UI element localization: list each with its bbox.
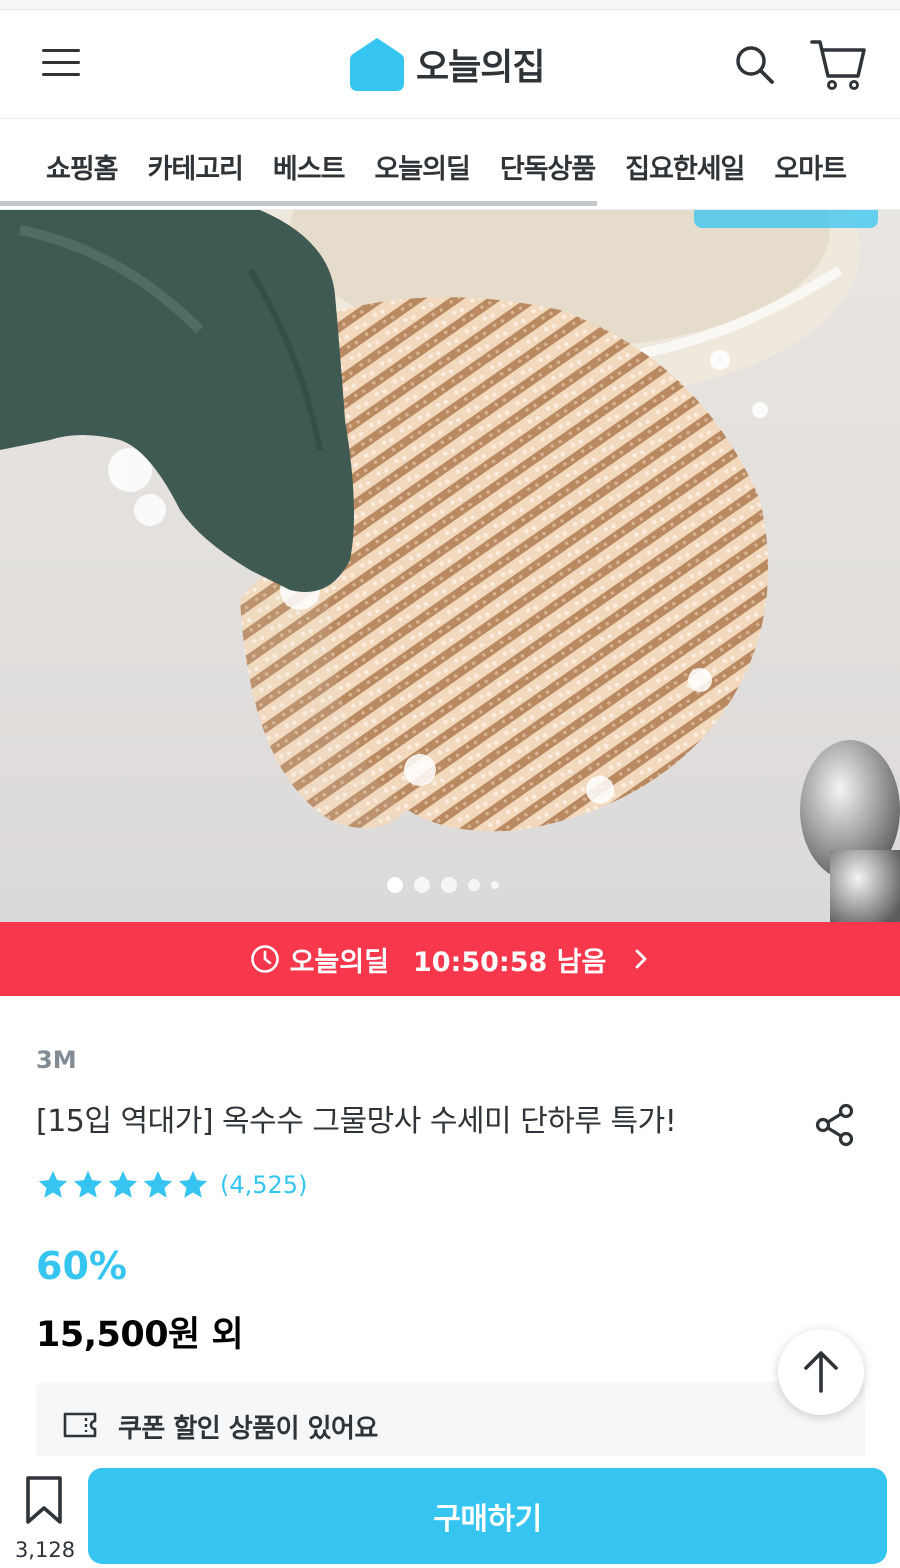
tab-persistent-sale[interactable]: 집요한세일 [625, 147, 745, 186]
today-deal-content: 오늘의딜 10:50:58 남음 [250, 940, 651, 979]
arrow-up-icon [804, 1351, 838, 1393]
search-icon[interactable] [732, 42, 776, 86]
price: 15,500원 외 [36, 1315, 244, 1355]
bottom-action-bar: 3,128 구매하기 [0, 1456, 900, 1568]
gallery-dot-4[interactable] [468, 879, 480, 891]
product-photo-mesh-scrubber [0, 210, 900, 922]
gallery-dot-5[interactable] [491, 881, 499, 889]
bookmark-icon [26, 1476, 62, 1524]
review-count[interactable]: (4,525) [220, 1171, 307, 1199]
hero-overlay-tab [694, 210, 878, 228]
gallery-pagination [387, 877, 499, 893]
scroll-to-top-button[interactable] [778, 1329, 864, 1415]
hamburger-menu-icon[interactable] [40, 44, 82, 80]
star-icon [38, 1170, 68, 1198]
star-icon [178, 1170, 208, 1198]
clock-icon [250, 945, 279, 973]
cart-icon[interactable] [808, 36, 868, 92]
tab-shopping-home[interactable]: 쇼핑홈 [46, 147, 119, 186]
app-header: 오늘의집 [0, 10, 900, 118]
house-logo-icon [350, 38, 404, 91]
tab-today-deal[interactable]: 오늘의딜 [374, 147, 470, 186]
gallery-dot-1[interactable] [387, 877, 403, 893]
logo-text: 오늘의집 [416, 47, 545, 88]
bookmark-count: 3,128 [14, 1538, 76, 1562]
bookmark-button[interactable]: 3,128 [14, 1474, 76, 1564]
logo[interactable]: 오늘의집 [348, 34, 545, 94]
today-deal-banner[interactable]: 오늘의딜 10:50:58 남음 [0, 922, 900, 996]
rating[interactable]: (4,525) [36, 1168, 307, 1202]
product-title: [15입 역대가] 옥수수 그물망사 수세미 단하루 특가! [36, 1104, 677, 1139]
tab-exclusive[interactable]: 단독상품 [500, 147, 596, 186]
tab-category[interactable]: 카테고리 [148, 147, 244, 186]
status-strip [0, 0, 900, 10]
buy-button[interactable]: 구매하기 [88, 1468, 887, 1564]
coupon-notice[interactable]: 쿠폰 할인 상품이 있어요 [36, 1382, 865, 1466]
nav-scroll-indicator [0, 201, 597, 206]
deal-label: 오늘의딜 [289, 946, 389, 978]
star-icon [108, 1170, 138, 1198]
coupon-ticket-icon [63, 1412, 97, 1438]
tab-o-mart[interactable]: 오마트 [774, 147, 847, 186]
product-info: 3M [15입 역대가] 옥수수 그물망사 수세미 단하루 특가! (4,525… [0, 996, 900, 1466]
star-icon [73, 1170, 103, 1198]
deal-timer: 10:50:58 남음 [412, 946, 607, 978]
tab-best[interactable]: 베스트 [273, 147, 346, 186]
star-icon [143, 1170, 173, 1198]
gallery-dot-2[interactable] [414, 877, 430, 893]
brand-name[interactable]: 3M [36, 1046, 77, 1074]
product-image-gallery[interactable] [0, 210, 900, 922]
rating-stars [36, 1168, 210, 1202]
chevron-right-icon [635, 949, 647, 969]
share-icon[interactable] [812, 1102, 858, 1148]
coupon-text: 쿠폰 할인 상품이 있어요 [118, 1414, 378, 1444]
category-nav: 쇼핑홈 카테고리 베스트 오늘의딜 단독상품 집요한세일 오마트 [0, 118, 900, 210]
discount-rate: 60% [36, 1244, 127, 1288]
category-tabs: 쇼핑홈 카테고리 베스트 오늘의딜 단독상품 집요한세일 오마트 [46, 147, 876, 186]
gallery-dot-3[interactable] [441, 877, 457, 893]
